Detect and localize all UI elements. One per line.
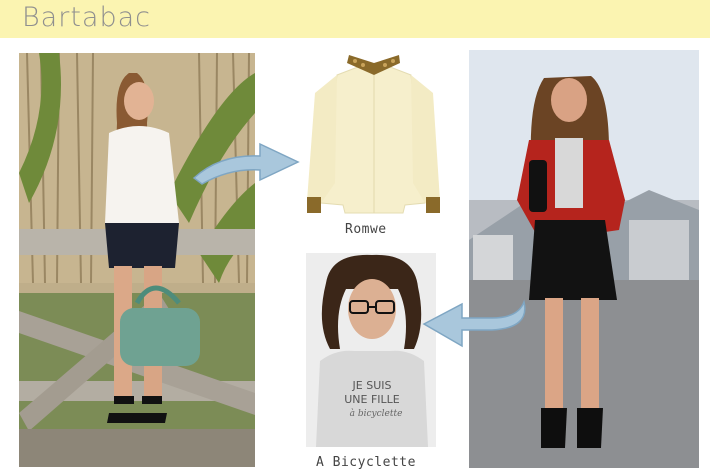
product-caption-tshirt: A Bicyclette — [316, 455, 416, 470]
product-photo-tshirt: JE SUIS UNE FILLE à bicyclette — [306, 253, 436, 447]
arrow-right-shape — [192, 142, 300, 185]
product-caption-blouse: Romwe — [345, 222, 387, 237]
outfit-photo-white-blouse — [19, 53, 255, 467]
page-title: Bartabac — [22, 2, 151, 33]
tshirt-print-line3: à bicyclette — [350, 408, 403, 419]
product-photo-blouse — [307, 53, 440, 221]
arrow-left-shape — [422, 299, 526, 348]
tshirt-print-line1: JE SUIS — [352, 379, 392, 392]
header-banner: Bartabac — [0, 0, 710, 38]
arrow-left-icon — [422, 299, 526, 348]
tshirt-print-line2: UNE FILLE — [344, 393, 400, 406]
outfit-photo-red-jacket — [469, 50, 699, 468]
arrow-right-icon — [192, 142, 300, 185]
